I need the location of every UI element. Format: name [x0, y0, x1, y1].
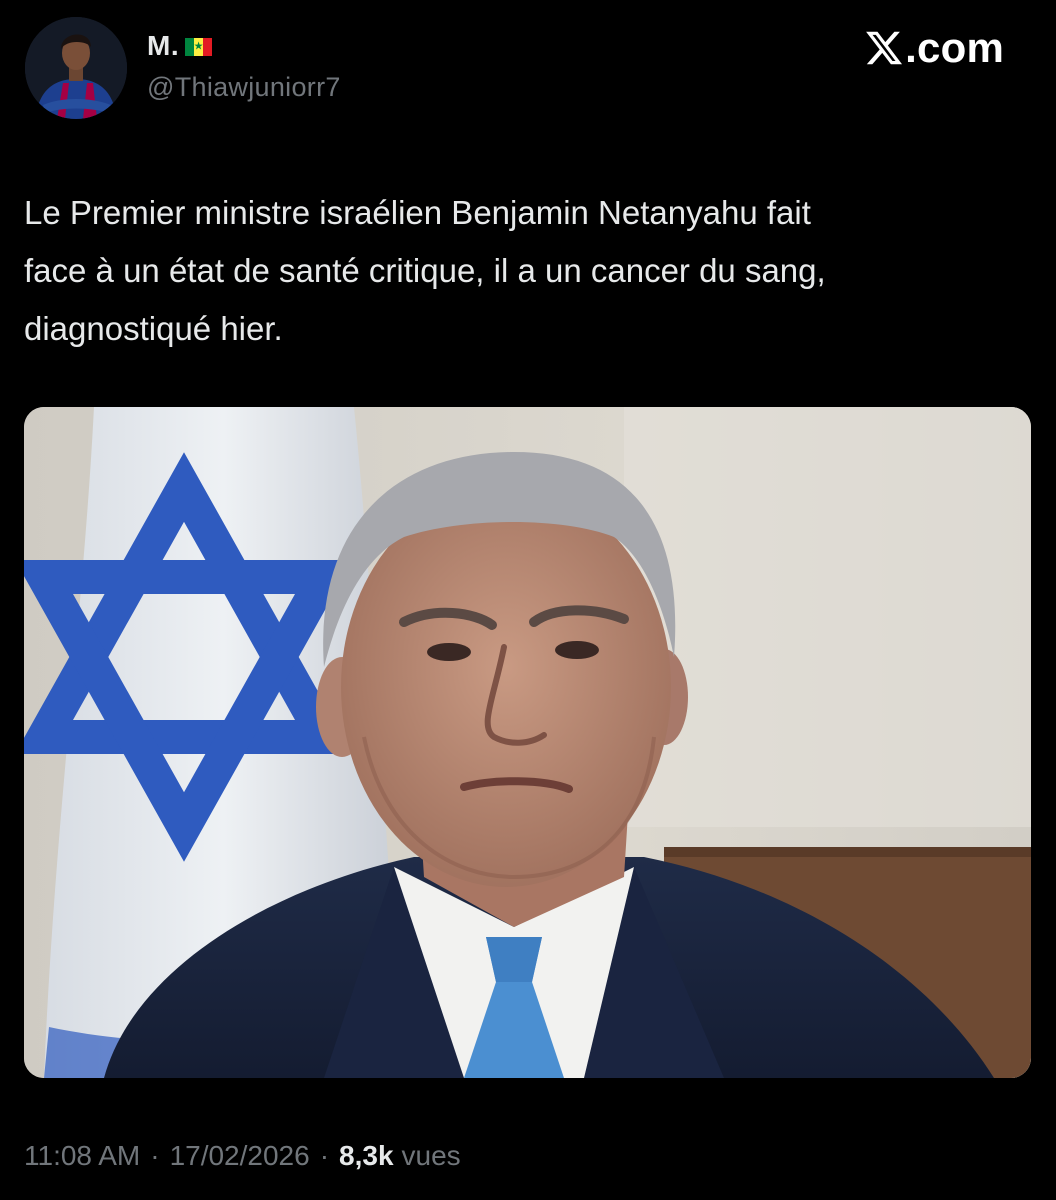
display-name[interactable]: M.: [147, 30, 179, 62]
tweet-time[interactable]: 11:08 AM: [24, 1140, 140, 1172]
x-logo-icon: [866, 31, 903, 65]
tweet-card: M. ★ @Thiawjuniorr7 .com Le Premier mini…: [0, 0, 1056, 1200]
views-label: vues: [401, 1140, 461, 1171]
avatar-image: [25, 17, 127, 119]
tweet-meta: 11:08 AM · 17/02/2026 · 8,3k vues: [24, 1140, 461, 1172]
tweet-date[interactable]: 17/02/2026: [170, 1140, 310, 1172]
meta-separator: ·: [319, 1140, 330, 1171]
tweet-text: Le Premier ministre israélien Benjamin N…: [24, 194, 826, 347]
brand-watermark: .com: [864, 20, 1004, 76]
photo-image: [24, 407, 1031, 1078]
display-name-row: M. ★: [147, 28, 341, 64]
meta-separator: ·: [150, 1140, 160, 1171]
views-count[interactable]: 8,3k: [339, 1140, 394, 1172]
user-handle[interactable]: @Thiawjuniorr7: [147, 72, 341, 103]
senegal-flag-icon: ★: [185, 38, 213, 56]
tweet-photo[interactable]: [24, 407, 1031, 1078]
brand-text: .com: [905, 24, 1004, 71]
author-block[interactable]: M. ★ @Thiawjuniorr7: [147, 28, 341, 103]
avatar[interactable]: [25, 17, 127, 119]
